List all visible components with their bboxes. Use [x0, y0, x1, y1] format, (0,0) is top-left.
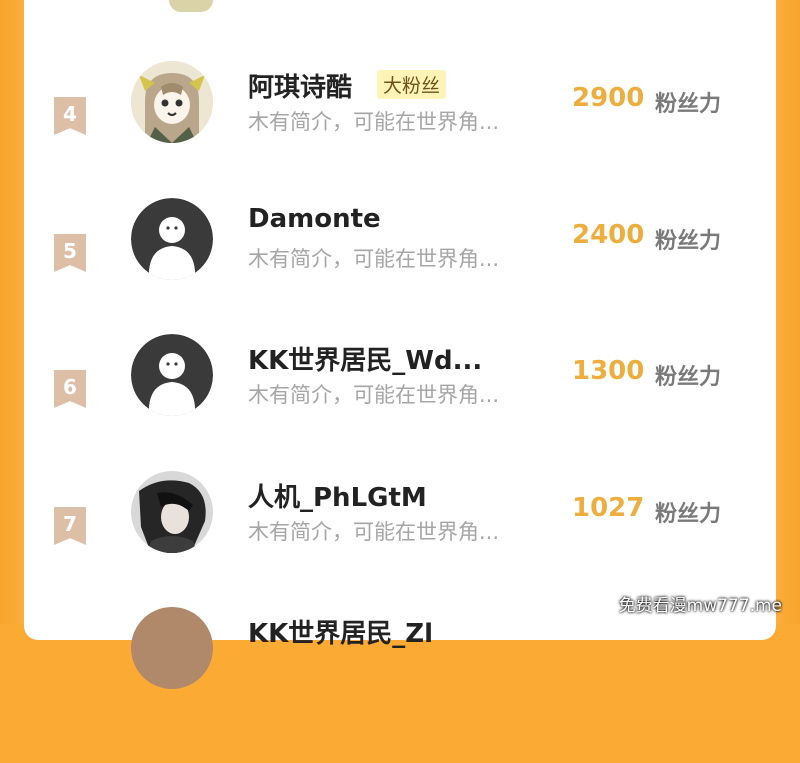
- avatar-previous-entry[interactable]: [161, 0, 221, 14]
- fan-power-count: 1027: [572, 493, 645, 523]
- fan-level-badge: 大粉丝: [377, 70, 447, 99]
- fan-power-unit: 粉丝力: [655, 502, 722, 527]
- user-bio: 木有简介，可能在世界角...: [248, 247, 500, 271]
- page-frame-right: [772, 0, 800, 624]
- username[interactable]: KK世界居民_Wd...: [248, 340, 482, 377]
- ranking-list: 4 阿琪诗酷 大粉丝 木有简介，可能在世界角... 2900 粉丝力 5 Dam…: [24, 0, 776, 689]
- list-item[interactable]: KK世界居民_Zl: [24, 607, 776, 763]
- username[interactable]: Damonte: [248, 204, 381, 234]
- fan-power-count: 1300: [572, 356, 645, 386]
- fan-power-unit: 粉丝力: [655, 365, 722, 390]
- fan-power-count: 2900: [572, 83, 645, 113]
- list-item[interactable]: 4 阿琪诗酷 大粉丝 木有简介，可能在世界角... 2900 粉丝力: [24, 61, 776, 217]
- anime-girl-avatar[interactable]: [131, 61, 213, 143]
- username[interactable]: KK世界居民_Zl: [248, 613, 433, 650]
- default-avatar[interactable]: [131, 334, 213, 416]
- user-bio: 木有简介，可能在世界角...: [248, 383, 500, 407]
- user-bio: 木有简介，可能在世界角...: [248, 520, 500, 544]
- username[interactable]: 人机_PhLGtM: [248, 477, 427, 514]
- fan-power-unit: 粉丝力: [655, 92, 722, 117]
- avatar[interactable]: [131, 607, 213, 689]
- fan-power-count: 2400: [572, 220, 645, 250]
- rank-badge: 6: [54, 370, 86, 408]
- list-item[interactable]: 6 KK世界居民_Wd... 木有简介，可能在世界角... 1300 粉丝力: [24, 334, 776, 490]
- rank-badge: 5: [54, 234, 86, 272]
- user-bio: 木有简介，可能在世界角...: [248, 110, 500, 134]
- default-avatar[interactable]: [131, 198, 213, 280]
- rank-badge: 7: [54, 507, 86, 545]
- watermark: 免费看漫mw777.me: [618, 596, 782, 616]
- rank-badge: 4: [54, 97, 86, 135]
- username[interactable]: 阿琪诗酷: [248, 67, 352, 104]
- fan-power-unit: 粉丝力: [655, 229, 722, 254]
- list-item[interactable]: 5 Damonte 木有简介，可能在世界角... 2400 粉丝力: [24, 198, 776, 354]
- dark-character-avatar[interactable]: [131, 471, 213, 553]
